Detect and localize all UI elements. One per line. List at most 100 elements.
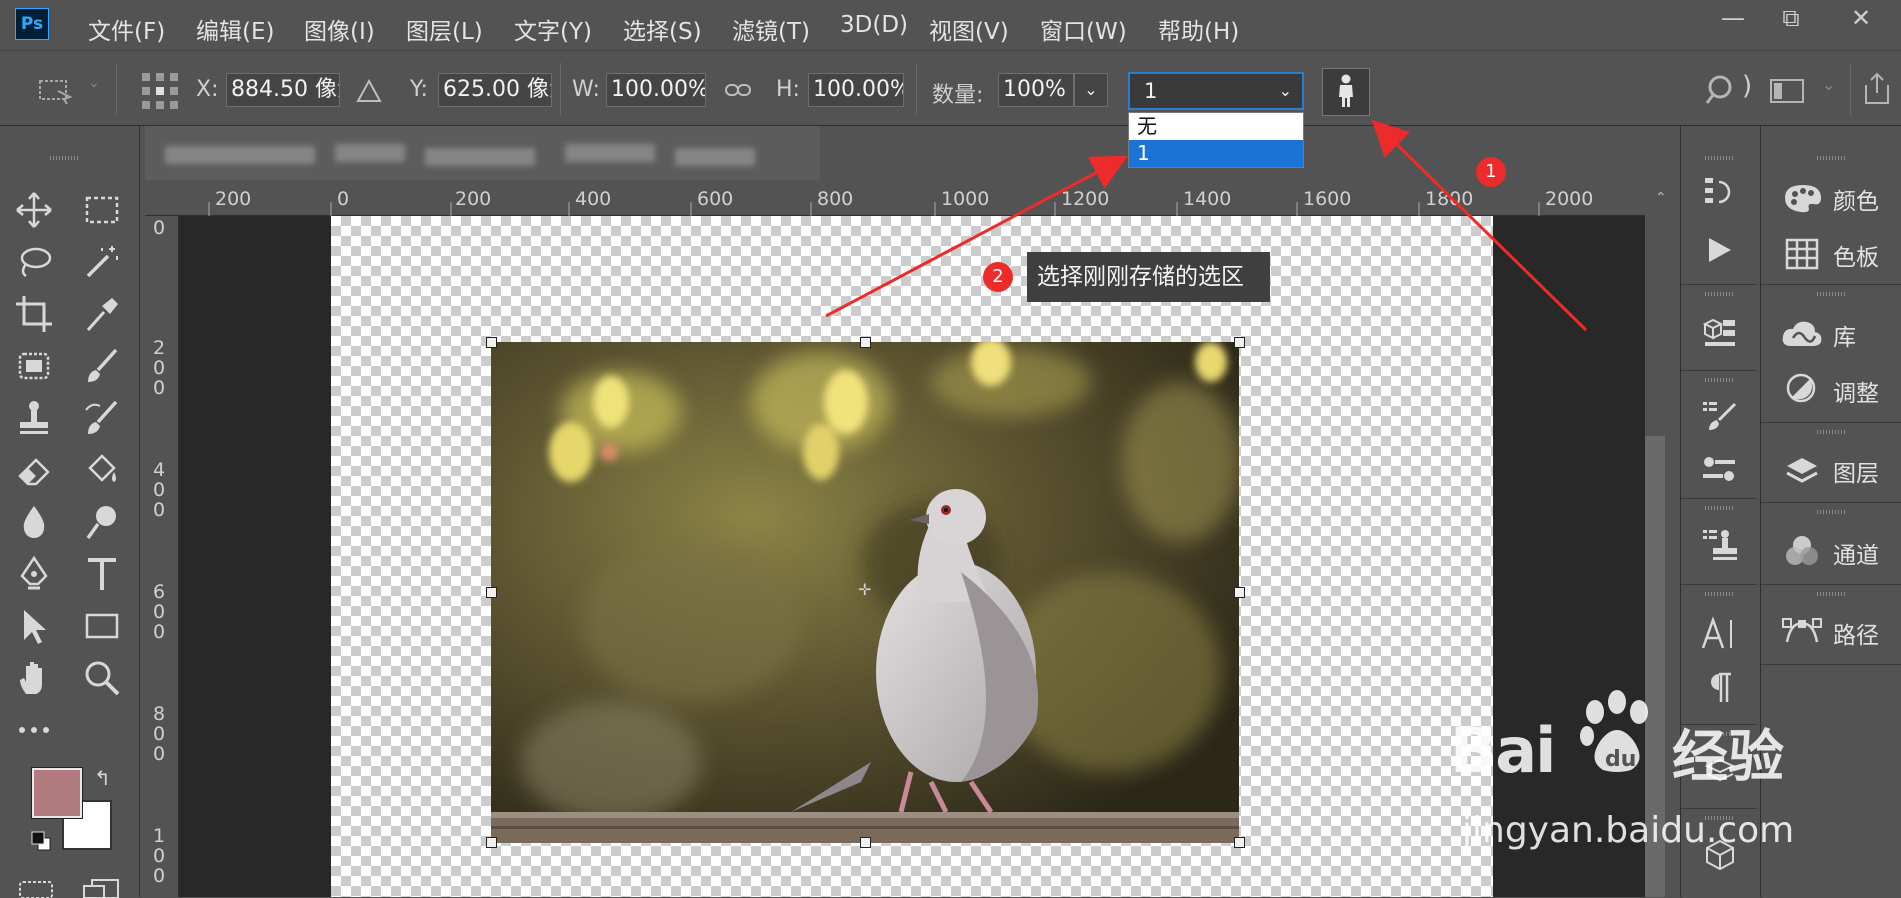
channels-icon [1786,536,1818,565]
transform-handle-bottom[interactable] [860,837,871,848]
actions-play-icon[interactable] [1705,236,1733,264]
marquee-tool-icon[interactable] [82,190,122,230]
chevron-down-icon[interactable]: ⌄ [1822,75,1835,94]
magic-wand-tool-icon[interactable] [82,242,122,282]
type-tool-icon[interactable] [82,554,122,594]
paint-bucket-tool-icon[interactable] [82,450,122,490]
rectangle-tool-icon[interactable] [82,606,122,646]
lasso-tool-icon[interactable] [14,242,54,282]
transform-handle-top-left[interactable] [486,337,497,348]
pen-tool-icon[interactable] [14,554,54,594]
ruler-tick: 600 [152,581,166,643]
person-icon [1339,74,1353,107]
adjustments-icon [1786,373,1816,403]
quick-mask-icon[interactable] [18,878,56,898]
reference-point-crosshair-icon[interactable]: ✛ [858,580,871,599]
w-label: W: [572,77,600,102]
foreground-color-swatch[interactable] [31,767,83,819]
history-icon[interactable] [1703,176,1735,208]
default-colors-icon[interactable] [30,830,52,852]
option-none[interactable]: 无 [1129,113,1303,140]
clone-stamp-tool-icon[interactable] [14,398,54,438]
clone-source-icon[interactable] [1701,526,1737,562]
delta-icon[interactable] [356,79,382,103]
transform-handle-bottom-left[interactable] [486,837,497,848]
panel-grip [1817,292,1847,296]
transform-handle-left[interactable] [486,587,497,598]
workspace-arc-icon[interactable]: ) [1742,71,1752,101]
amount-input[interactable]: 100% [998,73,1074,107]
3d-materials-icon[interactable] [1701,316,1737,350]
menu-help[interactable]: 帮助(H) [1158,12,1239,46]
brush-settings-icon[interactable] [1701,398,1737,432]
document-tab[interactable] [145,126,820,180]
chevron-down-icon[interactable]: ⌄ [88,75,100,91]
y-position-input[interactable]: 625.00 像素 [438,73,552,107]
tools-panel: ↰ [0,126,140,898]
character-icon[interactable] [1701,616,1737,650]
menu-layer[interactable]: 图层(L) [406,12,483,46]
transform-handle-bottom-right[interactable] [1234,837,1245,848]
menu-view[interactable]: 视图(V) [929,12,1009,46]
ruler-tick: 100 [152,825,166,887]
menu-filter[interactable]: 滤镜(T) [732,12,810,46]
option-1[interactable]: 1 [1129,140,1303,167]
workspace-switcher-icon[interactable] [1770,79,1804,103]
amount-dropdown-button[interactable]: ⌄ [1074,73,1108,107]
path-selection-tool-icon[interactable] [14,606,54,646]
scroll-up-icon[interactable]: ⌃ [1655,190,1667,206]
panel-grip [1817,592,1847,596]
selection-dropdown[interactable]: 1 ⌄ [1128,72,1304,110]
panel-grip [1817,156,1847,160]
screen-mode-icon[interactable] [82,878,120,898]
transform-tool-preset-icon[interactable] [36,75,74,105]
menu-type[interactable]: 文字(Y) [514,12,592,46]
chevron-down-icon: ⌄ [1084,80,1098,99]
reference-point-icon[interactable] [140,71,180,111]
transform-handle-right[interactable] [1234,587,1245,598]
transform-handle-top-right[interactable] [1234,337,1245,348]
restore-button[interactable]: ⧉ [1762,0,1820,36]
menu-image[interactable]: 图像(I) [304,12,375,46]
ruler-tick: 400 [152,459,166,521]
brushes-icon[interactable] [1701,452,1737,486]
paragraph-icon[interactable] [1705,670,1733,704]
share-icon[interactable] [1862,71,1892,105]
history-brush-tool-icon[interactable] [82,398,122,438]
width-percent-input[interactable]: 100.00% [606,73,706,107]
crop-tool-icon[interactable] [14,294,54,334]
menu-edit[interactable]: 编辑(E) [196,12,274,46]
height-percent-input[interactable]: 100.00% [808,73,904,107]
menu-3d[interactable]: 3D(D) [840,12,908,38]
divider [116,63,117,115]
ruler-tick: 800 [152,703,166,765]
search-icon[interactable] [1704,73,1738,107]
panel-label: 通道 [1833,543,1879,569]
blur-tool-icon[interactable] [14,502,54,542]
transform-handle-top[interactable] [860,337,871,348]
menu-window[interactable]: 窗口(W) [1040,12,1127,46]
hand-tool-icon[interactable] [14,658,54,698]
eraser-tool-icon[interactable] [14,450,54,490]
move-tool-icon[interactable] [14,190,54,230]
brush-tool-icon[interactable] [82,346,122,386]
link-icon[interactable] [724,81,752,99]
vertical-ruler: 0 200 400 600 800 100 [145,216,179,897]
palette-icon [1785,185,1821,213]
protect-skin-tones-button[interactable] [1322,68,1370,116]
spot-healing-tool-icon[interactable] [14,346,54,386]
swap-colors-icon[interactable]: ↰ [94,766,111,790]
divider [1761,664,1901,665]
h-label: H: [776,77,800,102]
step-badge-1: 1 [1476,157,1506,187]
dodge-tool-icon[interactable] [82,502,122,542]
x-position-input[interactable]: 884.50 像素 [226,73,340,107]
menu-select[interactable]: 选择(S) [623,12,702,46]
close-button[interactable]: ✕ [1832,0,1890,36]
zoom-tool-icon[interactable] [82,658,122,698]
svg-text:du: du [1605,747,1636,772]
menu-file[interactable]: 文件(F) [88,12,165,46]
eyedropper-tool-icon[interactable] [82,294,122,334]
minimize-button[interactable]: — [1704,0,1762,36]
more-tools-icon[interactable] [14,710,54,750]
